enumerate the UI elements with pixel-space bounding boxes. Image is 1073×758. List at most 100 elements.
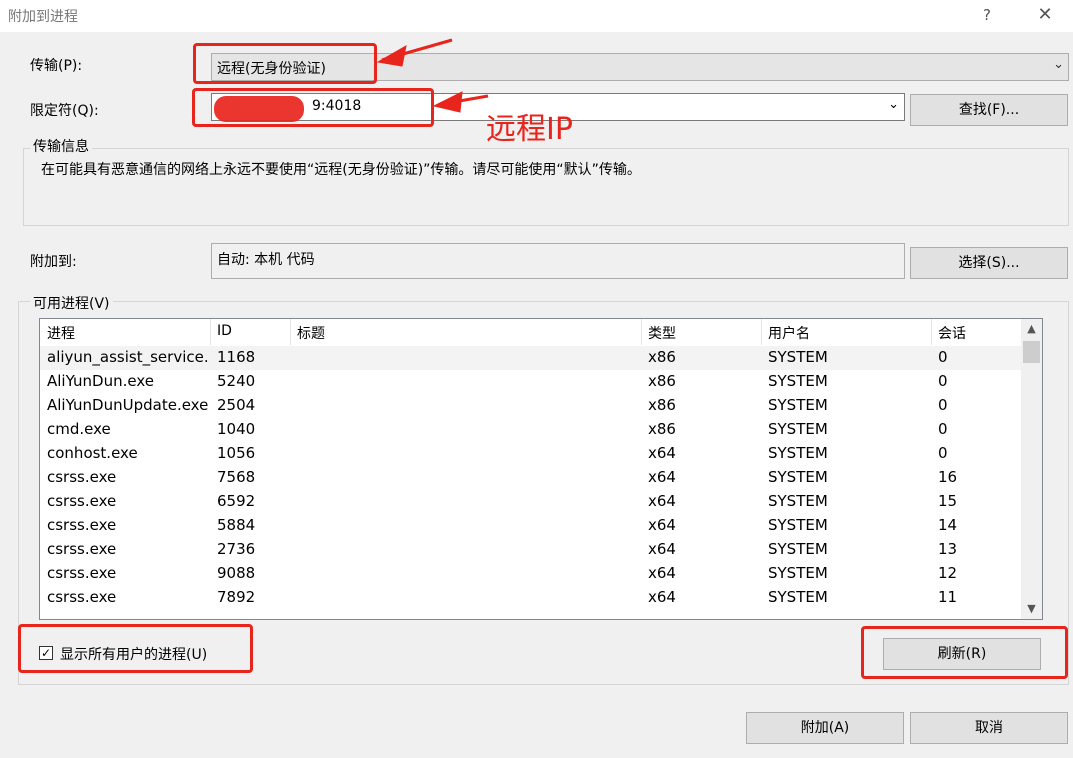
attach-button[interactable]: 附加(A) <box>746 712 904 744</box>
cell-session: 11 <box>938 588 958 606</box>
cancel-button[interactable]: 取消 <box>910 712 1068 744</box>
transport-label: 传输(P): <box>30 58 83 74</box>
cell-session: 14 <box>938 516 958 534</box>
title-bar: 附加到进程 ? ✕ <box>0 0 1073 32</box>
cell-username: SYSTEM <box>768 420 828 438</box>
column-header-session[interactable]: 会话 <box>938 323 966 343</box>
table-row[interactable]: cmd.exe 1040 x86 SYSTEM 0 <box>40 418 1021 442</box>
cell-session: 0 <box>938 420 948 438</box>
cell-process: conhost.exe <box>47 444 138 462</box>
cell-username: SYSTEM <box>768 396 828 414</box>
close-icon[interactable]: ✕ <box>1032 3 1058 27</box>
table-row[interactable]: AliYunDunUpdate.exe 2504 x86 SYSTEM 0 <box>40 394 1021 418</box>
cell-id: 7568 <box>217 468 256 486</box>
cell-username: SYSTEM <box>768 468 828 486</box>
dialog-title: 附加到进程 <box>8 9 78 25</box>
transport-info-text: 在可能具有恶意通信的网络上永远不要使用“远程(无身份验证)”传输。请尽可能使用“… <box>41 162 641 178</box>
cell-session: 0 <box>938 444 948 462</box>
cell-session: 0 <box>938 372 948 390</box>
cell-process: csrss.exe <box>47 468 117 486</box>
cell-session: 0 <box>938 348 948 366</box>
attach-to-field: 自动: 本机 代码 <box>211 243 905 279</box>
cell-type: x86 <box>648 372 676 390</box>
cell-type: x86 <box>648 348 676 366</box>
cell-type: x64 <box>648 444 676 462</box>
process-list[interactable]: 进程 ID 标题 类型 用户名 会话 aliyun_assist_service… <box>39 318 1043 620</box>
cell-type: x64 <box>648 564 676 582</box>
cell-id: 1168 <box>217 348 256 366</box>
cell-id: 2736 <box>217 540 256 558</box>
transport-info-heading: 传输信息 <box>30 136 92 156</box>
scrollbar-thumb[interactable] <box>1023 341 1040 363</box>
table-row[interactable]: AliYunDun.exe 5240 x86 SYSTEM 0 <box>40 370 1021 394</box>
cell-id: 5240 <box>217 372 256 390</box>
annotation-box-transport <box>193 43 377 84</box>
cell-process: aliyun_assist_service. <box>47 348 209 366</box>
cell-process: csrss.exe <box>47 564 117 582</box>
annotation-arrows <box>376 38 489 113</box>
cell-type: x64 <box>648 468 676 486</box>
annotation-box-checkbox <box>18 624 253 673</box>
cell-username: SYSTEM <box>768 372 828 390</box>
cell-type: x86 <box>648 420 676 438</box>
annotation-box-refresh <box>861 626 1068 679</box>
cell-type: x64 <box>648 588 676 606</box>
cell-session: 12 <box>938 564 958 582</box>
cell-id: 1056 <box>217 444 256 462</box>
table-row[interactable]: csrss.exe 2736 x64 SYSTEM 13 <box>40 538 1021 562</box>
processes-heading: 可用进程(V) <box>30 293 113 313</box>
table-row[interactable]: csrss.exe 9088 x64 SYSTEM 12 <box>40 562 1021 586</box>
help-icon[interactable]: ? <box>975 3 999 27</box>
select-button[interactable]: 选择(S)... <box>910 247 1068 279</box>
cell-process: csrss.exe <box>47 588 117 606</box>
cell-id: 7892 <box>217 588 256 606</box>
table-row[interactable]: aliyun_assist_service. 1168 x86 SYSTEM 0 <box>40 346 1021 370</box>
table-row[interactable]: csrss.exe 7892 x64 SYSTEM 11 <box>40 586 1021 610</box>
cell-type: x64 <box>648 516 676 534</box>
cell-process: csrss.exe <box>47 492 117 510</box>
cell-session: 16 <box>938 468 958 486</box>
cell-process: AliYunDunUpdate.exe <box>47 396 209 414</box>
cell-session: 15 <box>938 492 958 510</box>
cell-username: SYSTEM <box>768 540 828 558</box>
chevron-down-icon: ⌄ <box>888 97 899 112</box>
column-header-title[interactable]: 标题 <box>297 323 325 343</box>
column-header-username[interactable]: 用户名 <box>768 323 810 343</box>
cell-session: 13 <box>938 540 958 558</box>
cell-type: x86 <box>648 396 676 414</box>
table-row[interactable]: csrss.exe 5884 x64 SYSTEM 14 <box>40 514 1021 538</box>
chevron-down-icon: ⌄ <box>1053 57 1064 72</box>
cell-username: SYSTEM <box>768 588 828 606</box>
cell-id: 2504 <box>217 396 256 414</box>
scroll-down-icon[interactable]: ▼ <box>1021 599 1042 619</box>
process-list-header: 进程 ID 标题 类型 用户名 会话 <box>40 319 1021 345</box>
cell-session: 0 <box>938 396 948 414</box>
cell-process: csrss.exe <box>47 540 117 558</box>
column-header-id[interactable]: ID <box>217 323 232 339</box>
cell-type: x64 <box>648 540 676 558</box>
cell-username: SYSTEM <box>768 564 828 582</box>
cell-process: AliYunDun.exe <box>47 372 154 390</box>
column-header-type[interactable]: 类型 <box>648 323 676 343</box>
attach-to-value: 自动: 本机 代码 <box>217 252 315 268</box>
cell-process: csrss.exe <box>47 516 117 534</box>
table-row[interactable]: conhost.exe 1056 x64 SYSTEM 0 <box>40 442 1021 466</box>
remote-ip-annotation: 远程IP <box>486 112 573 147</box>
cell-id: 9088 <box>217 564 256 582</box>
cell-id: 6592 <box>217 492 256 510</box>
cell-id: 1040 <box>217 420 256 438</box>
table-row[interactable]: csrss.exe 7568 x64 SYSTEM 16 <box>40 466 1021 490</box>
scroll-up-icon[interactable]: ▲ <box>1021 319 1042 339</box>
table-row[interactable]: csrss.exe 6592 x64 SYSTEM 15 <box>40 490 1021 514</box>
cell-process: cmd.exe <box>47 420 111 438</box>
cell-username: SYSTEM <box>768 444 828 462</box>
find-button[interactable]: 查找(F)... <box>910 94 1068 126</box>
cell-username: SYSTEM <box>768 516 828 534</box>
process-list-scrollbar[interactable]: ▲ ▼ <box>1021 319 1042 619</box>
column-header-process[interactable]: 进程 <box>47 323 75 343</box>
cell-username: SYSTEM <box>768 492 828 510</box>
qualifier-label: 限定符(Q): <box>30 103 99 119</box>
cell-username: SYSTEM <box>768 348 828 366</box>
cell-type: x64 <box>648 492 676 510</box>
cell-id: 5884 <box>217 516 256 534</box>
